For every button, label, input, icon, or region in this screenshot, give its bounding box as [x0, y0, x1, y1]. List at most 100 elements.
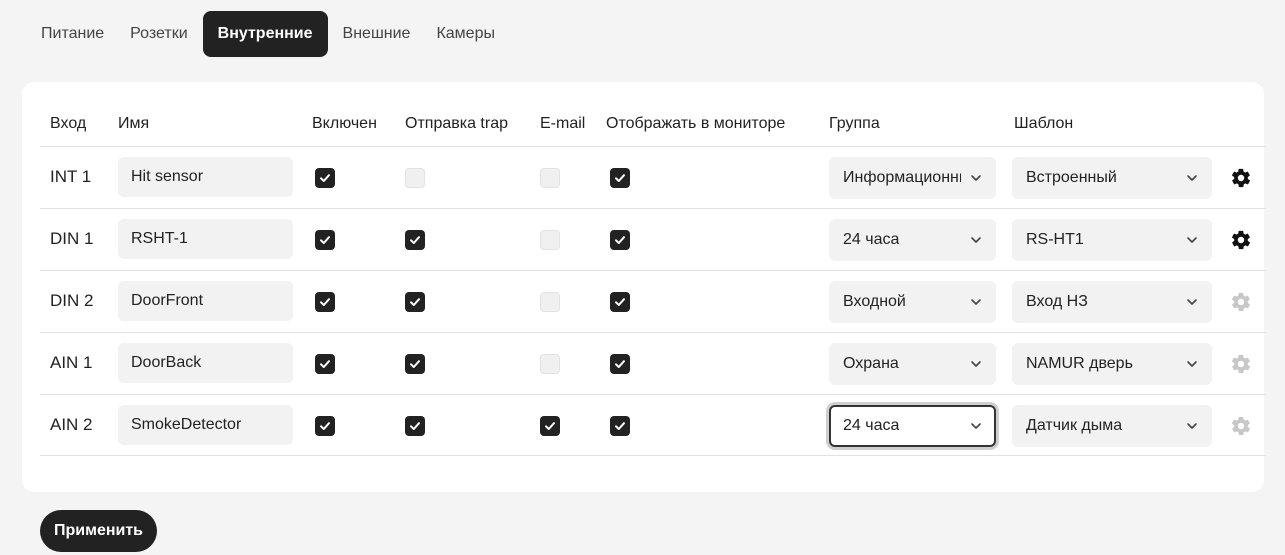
trap-checkbox[interactable] [405, 416, 425, 436]
template-select-value: Встроенный [1026, 169, 1117, 186]
enabled-checkbox[interactable] [315, 292, 335, 312]
tab-internal[interactable]: Внутренние [202, 11, 328, 57]
checkmark-icon [320, 174, 330, 182]
template-select-value: NAMUR дверь [1026, 355, 1133, 372]
checkmark-icon [410, 298, 420, 306]
name-field[interactable]: RSHT-1 [118, 219, 293, 259]
email-checkbox [540, 230, 560, 250]
name-field[interactable]: SmokeDetector [118, 405, 293, 445]
header-group: Группа [829, 115, 880, 132]
checkmark-icon [320, 360, 330, 368]
tab-external[interactable]: Внешние [332, 11, 422, 57]
checkmark-icon [615, 360, 625, 368]
checkmark-icon [320, 422, 330, 430]
table-row: DIN 2 DoorFront Входной Вход НЗ [40, 270, 1266, 332]
tab-sockets[interactable]: Розетки [119, 11, 198, 57]
template-select-value: Вход НЗ [1026, 293, 1088, 310]
checkmark-icon [615, 298, 625, 306]
group-select[interactable]: 24 часа [829, 219, 996, 261]
chevron-down-icon [1186, 281, 1198, 323]
header-template: Шаблон [1014, 115, 1074, 132]
checkmark-icon [410, 236, 420, 244]
enabled-checkbox[interactable] [315, 230, 335, 250]
email-checkbox[interactable] [540, 416, 560, 436]
template-select-value: Датчик дыма [1026, 417, 1123, 434]
gear-icon[interactable] [1230, 229, 1252, 251]
trap-checkbox [405, 168, 425, 188]
input-id: AIN 2 [50, 415, 93, 434]
group-select[interactable]: Информационный [829, 157, 996, 199]
monitor-checkbox[interactable] [610, 354, 630, 374]
chevron-down-icon [970, 343, 982, 385]
trap-checkbox[interactable] [405, 292, 425, 312]
table-row: AIN 2 SmokeDetector 24 часа Датчик дыма [40, 394, 1266, 456]
tab-bar: Питание Розетки Внутренние Внешние Камер… [30, 11, 510, 57]
input-id: INT 1 [50, 167, 92, 186]
monitor-checkbox[interactable] [610, 168, 630, 188]
checkmark-icon [410, 422, 420, 430]
checkmark-icon [615, 174, 625, 182]
header-input: Вход [50, 115, 87, 132]
monitor-checkbox[interactable] [610, 416, 630, 436]
checkmark-icon [615, 422, 625, 430]
chevron-down-icon [1186, 405, 1198, 447]
gear-icon[interactable] [1230, 167, 1252, 189]
header-monitor: Отображать в мониторе [606, 115, 786, 132]
input-id: AIN 1 [50, 353, 93, 372]
tab-cameras[interactable]: Камеры [425, 11, 506, 57]
template-select[interactable]: Встроенный [1012, 157, 1212, 199]
enabled-checkbox[interactable] [315, 168, 335, 188]
group-select-value: Информационный [843, 169, 961, 186]
group-select[interactable]: Охрана [829, 343, 996, 385]
template-select[interactable]: NAMUR дверь [1012, 343, 1212, 385]
gear-icon [1230, 415, 1252, 437]
trap-checkbox[interactable] [405, 354, 425, 374]
enabled-checkbox[interactable] [315, 354, 335, 374]
checkmark-icon [615, 236, 625, 244]
group-select-value: Охрана [843, 355, 899, 372]
header-trap: Отправка trap [405, 115, 508, 132]
monitor-checkbox[interactable] [610, 230, 630, 250]
apply-button[interactable]: Применить [40, 510, 158, 552]
checkmark-icon [545, 422, 555, 430]
group-select[interactable]: Входной [829, 281, 996, 323]
tab-power[interactable]: Питание [30, 11, 115, 57]
name-field[interactable]: DoorBack [118, 343, 293, 383]
template-select[interactable]: Вход НЗ [1012, 281, 1212, 323]
trap-checkbox[interactable] [405, 230, 425, 250]
group-select-value: Входной [843, 293, 906, 310]
chevron-down-icon [1186, 219, 1198, 261]
chevron-down-icon [970, 281, 982, 323]
table-row: INT 1 Hit sensor Информационный Встроенный [40, 146, 1266, 208]
header-email: E-mail [540, 115, 586, 132]
template-select[interactable]: RS-HT1 [1012, 219, 1212, 261]
name-field[interactable]: Hit sensor [118, 157, 293, 197]
checkmark-icon [320, 298, 330, 306]
chevron-down-icon [970, 407, 982, 445]
chevron-down-icon [1186, 343, 1198, 385]
email-checkbox [540, 354, 560, 374]
template-select-value: RS-HT1 [1026, 231, 1084, 248]
email-checkbox [540, 292, 560, 312]
email-checkbox [540, 168, 560, 188]
gear-icon [1230, 291, 1252, 313]
monitor-checkbox[interactable] [610, 292, 630, 312]
input-id: DIN 1 [50, 229, 94, 248]
checkmark-icon [410, 360, 420, 368]
input-id: DIN 2 [50, 291, 94, 310]
template-select[interactable]: Датчик дыма [1012, 405, 1212, 447]
header-enabled: Включен [312, 115, 377, 132]
table-row: AIN 1 DoorBack Охрана NAMUR дверь [40, 332, 1266, 394]
group-select-value: 24 часа [843, 417, 900, 434]
table-row: DIN 1 RSHT-1 24 часа RS-HT1 [40, 208, 1266, 270]
group-select[interactable]: 24 часа [829, 405, 996, 447]
chevron-down-icon [1186, 157, 1198, 199]
chevron-down-icon [970, 157, 982, 199]
header-name: Имя [118, 115, 150, 132]
enabled-checkbox[interactable] [315, 416, 335, 436]
checkmark-icon [320, 236, 330, 244]
group-select-value: 24 часа [843, 231, 900, 248]
gear-icon [1230, 353, 1252, 375]
name-field[interactable]: DoorFront [118, 281, 293, 321]
chevron-down-icon [970, 219, 982, 261]
